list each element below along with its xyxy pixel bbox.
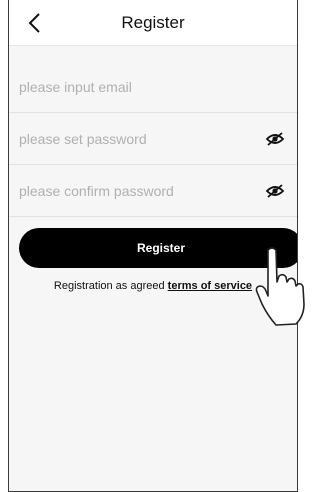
terms-of-service-link[interactable]: terms of service	[168, 280, 252, 292]
eye-slash-icon[interactable]	[265, 131, 285, 147]
eye-slash-icon[interactable]	[265, 183, 285, 199]
email-field-row	[9, 62, 297, 113]
hand-pointer-icon	[255, 247, 305, 326]
page-title: Register	[121, 13, 185, 32]
nav-bar: Register	[9, 0, 297, 46]
password-input[interactable]	[19, 114, 259, 164]
agree-text: Registration as agreed	[53, 280, 165, 292]
confirm-password-input[interactable]	[19, 166, 259, 216]
password-field-row	[9, 114, 297, 165]
confirm-password-field-row	[9, 166, 297, 217]
email-input[interactable]	[19, 62, 259, 112]
